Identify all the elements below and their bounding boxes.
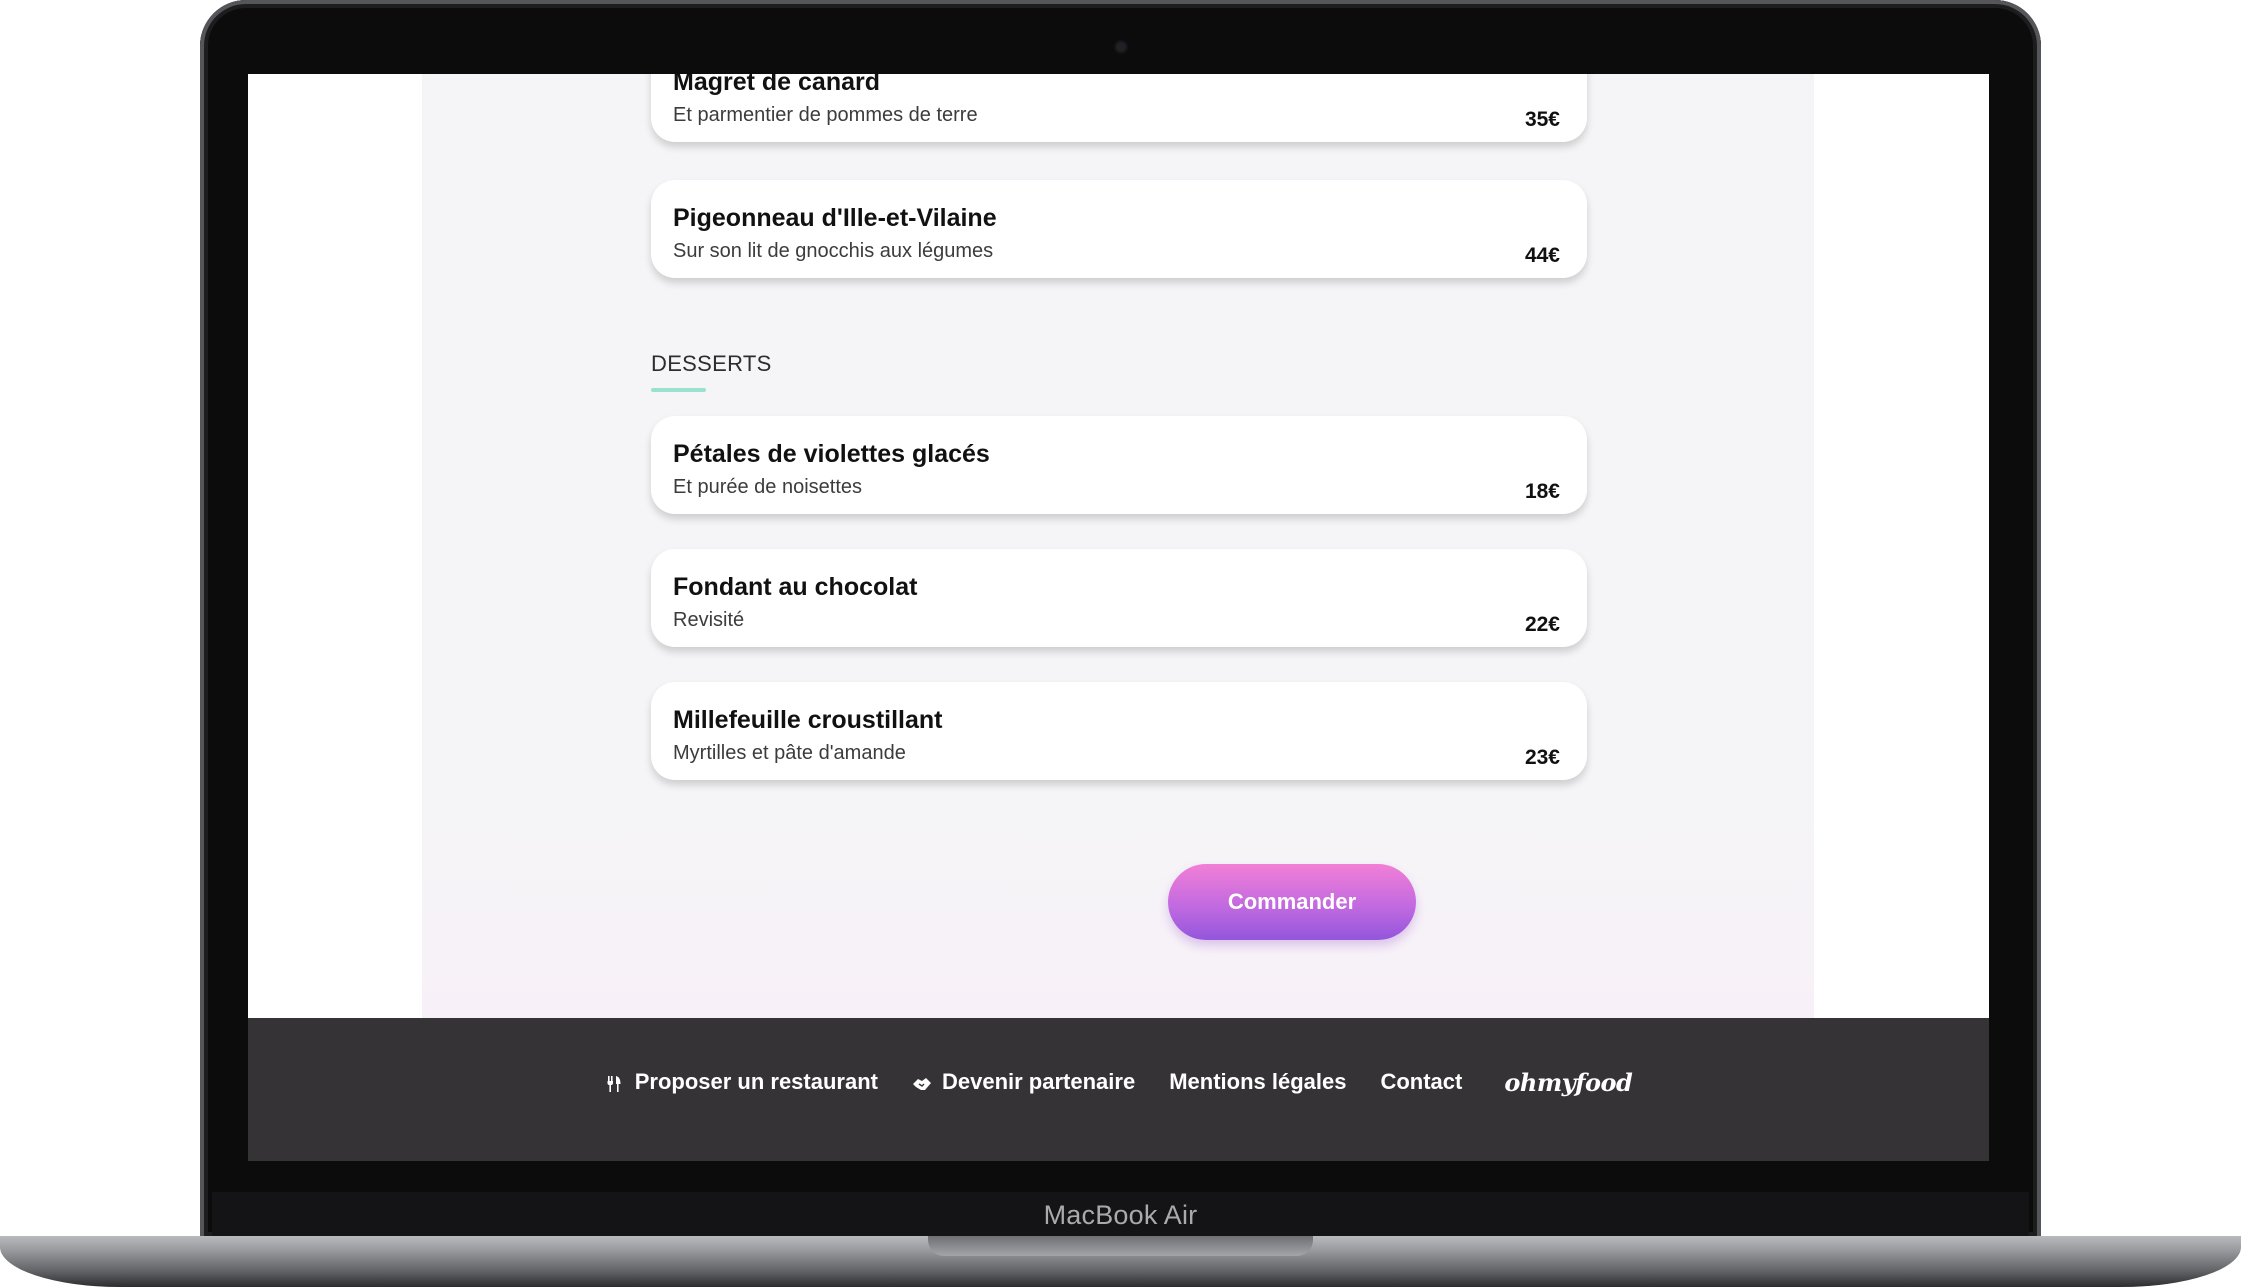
menu-item-price: 44€ [1524, 244, 1560, 267]
menu-item-card[interactable]: Fondant au chocolat Revisité 22€ [651, 549, 1587, 647]
menu-item-title: Pétales de violettes glacés [673, 440, 990, 468]
utensils-icon [605, 1073, 623, 1092]
menu-item-card[interactable]: Pétales de violettes glacés Et purée de … [651, 416, 1587, 514]
menu-item-card[interactable]: Millefeuille croustillant Myrtilles et p… [651, 682, 1587, 780]
footer: Proposer un restaurant Devenir partenair… [248, 1018, 1989, 1161]
menu-item-price: 35€ [1524, 108, 1560, 131]
footer-link-label: Mentions légales [1169, 1069, 1347, 1094]
menu-item-description: Et parmentier de pommes de terre [673, 104, 978, 126]
menu-item-description: Et purée de noisettes [673, 476, 863, 498]
footer-link-label: Devenir partenaire [941, 1069, 1136, 1094]
menu-content: Magret de canard Et parmentier de pommes… [422, 74, 1814, 1018]
laptop-hinge-notch [928, 1236, 1313, 1256]
menu-item-price: 18€ [1524, 480, 1560, 503]
order-button[interactable]: Commander [1168, 864, 1416, 940]
camera-icon [1116, 42, 1126, 52]
menu-item-title: Fondant au chocolat [673, 573, 918, 601]
menu-item-price: 23€ [1524, 746, 1560, 769]
browser-viewport: Magret de canard Et parmentier de pommes… [248, 74, 1989, 1161]
footer-link-legal[interactable]: Mentions légales [1169, 1069, 1346, 1095]
device-label: MacBook Air [1043, 1200, 1198, 1230]
menu-item-description: Myrtilles et pâte d'amande [673, 742, 906, 764]
footer-link-label: Proposer un restaurant [634, 1069, 878, 1094]
menu-item-title: Pigeonneau d'Ille-et-Vilaine [673, 204, 997, 232]
section-underline [651, 388, 706, 392]
menu-item-title: Magret de canard [673, 74, 881, 96]
handshake-icon [912, 1073, 931, 1091]
footer-link-propose-restaurant[interactable]: Proposer un restaurant [605, 1069, 878, 1095]
footer-link-contact[interactable]: Contact [1380, 1069, 1462, 1095]
menu-item-card[interactable]: Magret de canard Et parmentier de pommes… [651, 74, 1587, 142]
menu-item-card[interactable]: Pigeonneau d'Ille-et-Vilaine Sur son lit… [651, 180, 1587, 278]
footer-link-become-partner[interactable]: Devenir partenaire [912, 1069, 1135, 1095]
menu-item-description: Revisité [673, 609, 745, 631]
brand-logo[interactable]: ohmyfood [1504, 1068, 1632, 1097]
footer-nav: Proposer un restaurant Devenir partenair… [248, 1062, 1989, 1102]
menu-item-title: Millefeuille croustillant [673, 706, 943, 734]
menu-item-price: 22€ [1524, 613, 1560, 636]
section-title-desserts: DESSERTS [651, 351, 772, 376]
menu-item-description: Sur son lit de gnocchis aux légumes [673, 240, 994, 262]
footer-link-label: Contact [1380, 1069, 1463, 1094]
